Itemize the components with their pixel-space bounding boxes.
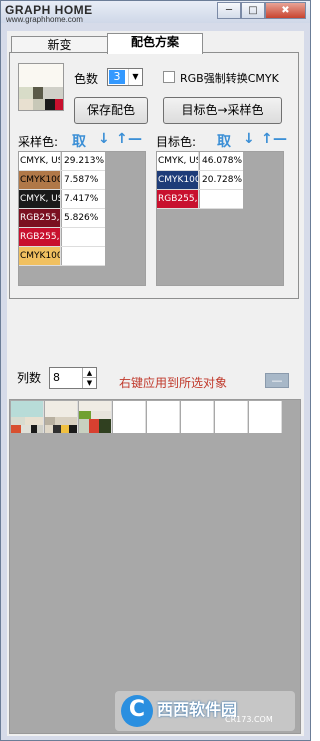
color-percent-cell: 20.728% [200, 171, 243, 189]
color-name-cell: CMYK100 [19, 247, 61, 265]
close-icon: ✖ [281, 5, 290, 16]
color-count-value: 3 [109, 70, 125, 84]
color-preview [18, 63, 64, 111]
color-row[interactable]: CMYK, US 29.213% [19, 152, 105, 171]
maximize-button[interactable]: □ [241, 2, 265, 19]
palette-swatch[interactable] [11, 401, 44, 433]
rgb-to-cmyk-label: RGB强制转换CMYK [180, 72, 279, 85]
color-percent-cell: 29.213% [62, 152, 105, 170]
color-row[interactable]: RGB255, [157, 190, 243, 209]
target-color-label: 目标色: [156, 135, 197, 149]
color-percent-cell [62, 228, 105, 246]
close-button[interactable]: ✖ [265, 2, 306, 19]
target-move-down-button[interactable]: ↓ [243, 131, 255, 147]
stepper-down-icon[interactable]: ▼ [82, 378, 96, 388]
color-name-cell: CMYK, US [157, 152, 199, 170]
color-row[interactable]: CMYK100 [19, 247, 105, 266]
palette-swatch[interactable] [181, 401, 214, 433]
color-scheme-panel: 色数 3 ▼ RGB强制转换CMYK 保存配色 目标色→采样色 采样色: 取 ↓… [9, 52, 299, 299]
rgb-to-cmyk-checkbox[interactable] [163, 71, 175, 83]
color-name-cell: CMYK100 [157, 171, 199, 189]
preview-swatch [19, 87, 33, 99]
preview-swatch [19, 99, 33, 110]
columns-stepper[interactable]: 8 ▲ ▼ [49, 367, 97, 389]
color-name-cell: CMYK, US [19, 152, 61, 170]
color-name-cell: CMYK, US [19, 190, 61, 208]
minimize-button[interactable]: ─ [217, 2, 241, 19]
preview-swatch [19, 64, 63, 87]
app-window: GRAPH HOME www.graphhome.com ─ □ ✖ 新变 配色… [0, 0, 311, 741]
color-row[interactable]: CMYK100 20.728% [157, 171, 243, 190]
preview-swatch [33, 99, 45, 110]
palette-swatch[interactable] [249, 401, 282, 433]
minimize-icon: ─ [225, 5, 233, 16]
apply-hint-text: 右键应用到所选对象 [119, 376, 228, 390]
tab-color-scheme[interactable]: 配色方案 [107, 33, 203, 54]
color-percent-cell: 46.078% [200, 152, 243, 170]
color-name-cell: RGB255, [19, 228, 61, 246]
save-scheme-button[interactable]: 保存配色 [74, 97, 148, 124]
title-bar: GRAPH HOME www.graphhome.com ─ □ ✖ [1, 1, 310, 24]
palette-swatch[interactable] [215, 401, 248, 433]
sample-move-up-button[interactable]: ↑ [116, 131, 128, 147]
columns-value: 8 [53, 371, 60, 384]
color-percent-cell: 7.587% [62, 171, 105, 189]
color-row[interactable]: RGB255, 5.826% [19, 209, 105, 228]
color-row[interactable]: RGB255, [19, 228, 105, 247]
color-row[interactable]: CMYK, US 46.078% [157, 152, 243, 171]
palette-area[interactable] [9, 399, 301, 734]
client-area: 新变 配色方案 色数 3 ▼ RGB强制转换CMYK 保存配色 目标色→采样色 … [7, 31, 304, 736]
sample-get-button[interactable]: 取 [72, 131, 86, 151]
target-remove-button[interactable]: — [273, 131, 287, 147]
stepper-up-icon[interactable]: ▲ [82, 368, 96, 378]
color-percent-cell: 5.826% [62, 209, 105, 227]
color-name-cell: RGB255, [157, 190, 199, 208]
sample-color-label: 采样色: [18, 135, 59, 149]
sample-color-list[interactable]: CMYK, US 29.213% CMYK100 7.587% CMYK, US 7.41… [18, 151, 146, 286]
target-get-button[interactable]: 取 [217, 131, 231, 151]
target-move-up-button[interactable]: ↑ [261, 131, 273, 147]
target-color-list[interactable]: CMYK, US 46.078% CMYK100 20.728% RGB255, [156, 151, 284, 286]
preview-swatch [33, 87, 43, 99]
preview-swatch [55, 99, 63, 110]
color-count-label: 色数 [74, 72, 99, 86]
preview-swatch [45, 99, 55, 110]
sample-move-down-button[interactable]: ↓ [98, 131, 110, 147]
color-row[interactable]: CMYK, US 7.417% [19, 190, 105, 209]
palette-swatch[interactable] [45, 401, 78, 433]
site-watermark: C 西西软件园 CR173.COM [115, 691, 295, 731]
watermark-subtext: CR173.COM [225, 715, 273, 724]
palette-swatch[interactable] [147, 401, 180, 433]
app-logo-subtitle: www.graphhome.com [6, 15, 83, 24]
sample-remove-button[interactable]: — [128, 131, 142, 147]
maximize-icon: □ [248, 5, 258, 16]
palette-swatch[interactable] [113, 401, 146, 433]
watermark-logo-icon: C [121, 695, 153, 727]
target-to-sample-button[interactable]: 目标色→采样色 [163, 97, 282, 124]
remove-palette-button[interactable]: — [265, 373, 289, 388]
color-row[interactable]: CMYK100 7.587% [19, 171, 105, 190]
preview-swatch [43, 87, 63, 99]
color-percent-cell [62, 247, 105, 265]
color-percent-cell: 7.417% [62, 190, 105, 208]
chevron-down-icon[interactable]: ▼ [128, 69, 142, 85]
color-percent-cell [200, 190, 243, 208]
color-name-cell: RGB255, [19, 209, 61, 227]
color-name-cell: CMYK100 [19, 171, 61, 189]
palette-swatch[interactable] [79, 401, 112, 433]
color-count-select[interactable]: 3 ▼ [107, 68, 143, 86]
columns-label: 列数 [17, 371, 42, 385]
